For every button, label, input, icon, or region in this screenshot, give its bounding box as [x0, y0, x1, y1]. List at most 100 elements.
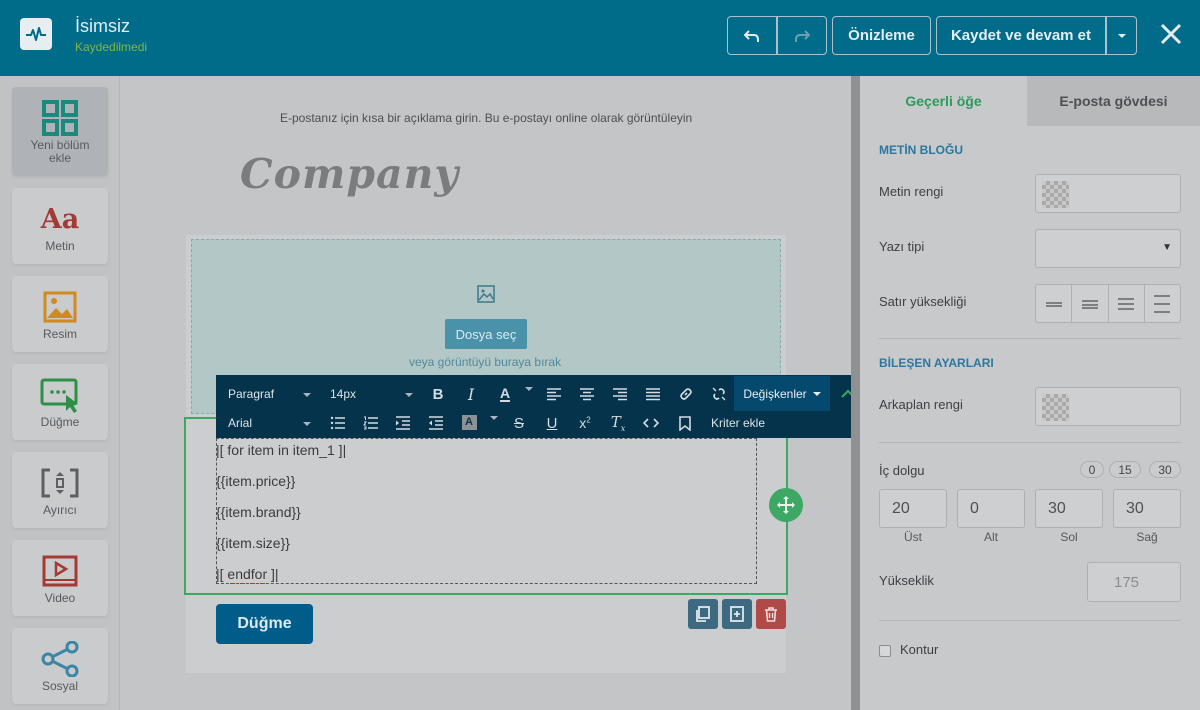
height-label: Yükseklik — [879, 573, 934, 588]
company-logo[interactable]: Company — [240, 150, 459, 198]
transparent-swatch — [1042, 181, 1069, 208]
sidebar-item-label: Ayırıcı — [43, 503, 77, 517]
background-color-picker[interactable] — [1035, 387, 1181, 426]
line-height-option-3[interactable] — [1109, 285, 1145, 322]
line-height-option-1[interactable] — [1036, 285, 1073, 322]
caret-down-icon — [303, 422, 311, 426]
divider — [879, 442, 1181, 443]
sidebar-item-image[interactable]: Resim — [12, 276, 108, 352]
sidebar-item-text[interactable]: Aa Metin — [12, 188, 108, 264]
sidebar-item-label: Metin — [45, 239, 75, 253]
transparent-swatch — [1042, 394, 1069, 421]
text-line[interactable]: {{item.brand}} — [216, 504, 301, 520]
text-color-icon[interactable]: A — [495, 384, 515, 404]
numbered-list-icon[interactable] — [361, 413, 381, 433]
document-title[interactable]: İsimsiz — [75, 16, 130, 37]
sidebar-item-label: Resim — [42, 327, 77, 341]
add-criteria-button[interactable]: Kriter ekle — [711, 416, 765, 430]
variables-dropdown[interactable]: Değişkenler — [734, 376, 830, 411]
font-family-select[interactable]: Arial — [228, 416, 252, 430]
italic-icon[interactable]: I — [461, 384, 481, 404]
bookmark-icon[interactable] — [675, 413, 695, 433]
padding-right-input[interactable]: 30 — [1113, 489, 1181, 528]
redo-icon — [795, 29, 810, 42]
background-color-icon[interactable]: A — [459, 412, 479, 432]
strikethrough-icon[interactable]: S — [509, 413, 529, 433]
sidebar-item-button[interactable]: Düğme — [12, 364, 108, 440]
padding-preset-15[interactable]: 15 — [1109, 461, 1141, 478]
height-input[interactable]: 175 — [1087, 562, 1181, 602]
app-logo — [20, 18, 52, 50]
redo-button[interactable] — [777, 16, 827, 55]
align-left-icon[interactable] — [544, 384, 564, 404]
bullet-list-icon[interactable] — [328, 413, 348, 433]
line-height-option-4[interactable] — [1145, 285, 1180, 322]
close-icon — [1160, 23, 1182, 45]
sidebar-item-video[interactable]: Video — [12, 540, 108, 616]
tab-email-body[interactable]: E-posta gövdesi — [1027, 76, 1200, 126]
link-icon[interactable] — [676, 384, 696, 404]
text-color-label: Metin rengi — [879, 184, 944, 199]
outdent-icon[interactable] — [426, 413, 446, 433]
font-size-select[interactable]: 14px — [330, 387, 356, 401]
border-checkbox[interactable] — [879, 645, 891, 657]
code-icon[interactable] — [641, 413, 661, 433]
text-line[interactable]: {{item.price}} — [216, 473, 295, 489]
padding-bottom-label: Alt — [983, 530, 998, 544]
preview-button[interactable]: Önizleme — [832, 16, 931, 55]
text-color-picker[interactable] — [1035, 174, 1181, 213]
image-icon — [43, 289, 77, 325]
trash-icon — [765, 607, 777, 622]
unlink-icon[interactable] — [709, 384, 729, 404]
save-status: Kaydedilmedi — [75, 40, 148, 54]
clear-format-icon[interactable]: Tx — [608, 413, 628, 433]
undo-button[interactable] — [727, 16, 777, 55]
padding-bottom-input[interactable]: 0 — [957, 489, 1025, 528]
line-height-option-2[interactable] — [1072, 285, 1109, 322]
underline-icon[interactable]: U — [542, 413, 562, 433]
section-text-block: METİN BLOĞU — [879, 143, 963, 157]
duplicate-button[interactable] — [688, 599, 718, 629]
close-button[interactable] — [1157, 20, 1185, 48]
sidebar-item-new-section[interactable]: Yeni bölüm ekle — [12, 87, 108, 176]
font-label: Yazı tipi — [879, 239, 925, 254]
caret-down-icon — [405, 393, 413, 397]
bold-icon[interactable]: B — [428, 384, 448, 404]
spellcheck-underline — [227, 581, 267, 584]
preheader-text[interactable]: E-postanız için kısa bir açıklama girin.… — [280, 111, 692, 125]
delete-button[interactable] — [756, 599, 786, 629]
superscript-icon[interactable]: x2 — [575, 413, 595, 433]
align-justify-icon[interactable] — [643, 384, 663, 404]
button-cursor-icon — [40, 377, 80, 413]
padding-preset-30[interactable]: 30 — [1149, 461, 1181, 478]
save-continue-button[interactable]: Kaydet ve devam et — [936, 16, 1106, 55]
section-component-settings: BİLEŞEN AYARLARI — [879, 356, 994, 370]
move-handle[interactable] — [769, 488, 803, 522]
save-options-dropdown[interactable] — [1106, 16, 1137, 55]
text-line[interactable]: |[ endfor ]| — [216, 566, 279, 582]
indent-icon[interactable] — [393, 413, 413, 433]
text-line[interactable]: |[ for item in item_1 ]| — [216, 442, 346, 458]
caret-down-icon — [812, 391, 821, 396]
padding-label: İç dolgu — [879, 463, 925, 478]
share-icon — [40, 641, 80, 677]
choose-file-button[interactable]: Dosya seç — [445, 319, 527, 349]
text-line[interactable]: {{item.size}} — [216, 535, 290, 551]
align-right-icon[interactable] — [610, 384, 630, 404]
panel-resizer[interactable] — [851, 76, 860, 710]
email-button[interactable]: Düğme — [216, 604, 313, 644]
sidebar-item-social[interactable]: Sosyal — [12, 628, 108, 704]
save-block-button[interactable] — [722, 599, 752, 629]
font-select[interactable]: ▼ — [1035, 229, 1181, 268]
padding-top-input[interactable]: 20 — [879, 489, 947, 528]
align-center-icon[interactable] — [577, 384, 597, 404]
padding-left-input[interactable]: 30 — [1035, 489, 1103, 528]
move-icon — [777, 496, 795, 514]
sidebar-item-label: Sosyal — [41, 679, 79, 693]
grid-icon — [42, 100, 78, 136]
pulse-icon — [26, 27, 46, 41]
padding-preset-0[interactable]: 0 — [1080, 461, 1104, 478]
sidebar-item-divider[interactable]: Ayırıcı — [12, 452, 108, 528]
tab-current-item[interactable]: Geçerli öğe — [860, 76, 1027, 126]
format-select[interactable]: Paragraf — [228, 387, 274, 401]
